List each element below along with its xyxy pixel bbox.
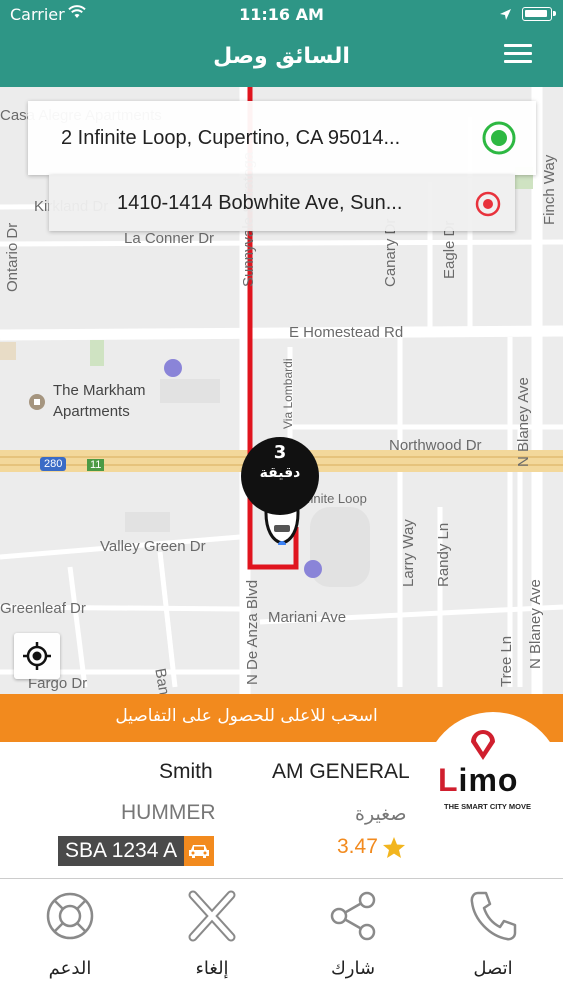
map-label: Apartments xyxy=(53,403,130,420)
action-bar: الدعم إلغاء شارك اتصل xyxy=(0,879,563,1000)
location-arrow-icon xyxy=(499,6,512,25)
cancel-label: إلغاء xyxy=(195,958,229,979)
license-plate: SBA 1234 A xyxy=(58,836,215,866)
phone-icon xyxy=(470,891,517,941)
map-label: N Blaney Ave xyxy=(515,377,532,467)
eta-value: 3 xyxy=(273,442,287,463)
share-button[interactable]: شارك xyxy=(298,879,408,1000)
battery-icon xyxy=(522,7,556,21)
driver-rating: 3.47 xyxy=(337,835,406,859)
share-icon xyxy=(330,891,376,941)
menu-button[interactable] xyxy=(504,44,534,68)
hamburger-icon xyxy=(504,44,532,47)
clock: 11:16 AM xyxy=(239,5,324,24)
map-label: Greenleaf Dr xyxy=(0,600,86,617)
map-label: Northwood Dr xyxy=(389,437,482,454)
map-label: Ontario Dr xyxy=(4,222,21,292)
dropoff-marker-icon xyxy=(475,191,501,217)
map-label: N Blaney Ave xyxy=(527,579,544,669)
location-pin-icon xyxy=(471,730,495,760)
driver-name: Smith xyxy=(159,760,213,783)
interstate-shield: 280 xyxy=(40,457,67,471)
map-label: Valley Green Dr xyxy=(100,538,206,555)
logo-wordmark: Limo xyxy=(438,762,519,798)
pickup-address-card[interactable]: 2 Infinite Loop, Cupertino, CA 95014... xyxy=(28,101,536,175)
dropoff-address-card[interactable]: 1410-1414 Bobwhite Ave, Sun... xyxy=(49,175,515,231)
pickup-marker-icon xyxy=(482,121,516,155)
eta-badge: 3 دقيقة xyxy=(241,437,319,515)
cancel-button[interactable]: إلغاء xyxy=(157,879,267,1000)
cancel-x-icon xyxy=(188,890,236,942)
star-icon xyxy=(382,836,405,858)
map-label: Larry Way xyxy=(400,519,417,587)
lifebuoy-icon xyxy=(46,892,94,940)
status-bar: Carrier 11:16 AM xyxy=(0,0,563,30)
map-label: La Conner Dr xyxy=(124,230,215,247)
map-label: E Homestead Rd xyxy=(289,324,404,341)
car-make: AM GENERAL xyxy=(272,760,410,783)
eta-unit: دقيقة xyxy=(259,465,301,481)
support-button[interactable]: الدعم xyxy=(15,879,125,1000)
plate-number: SBA 1234 A xyxy=(58,836,185,866)
map-label: The Markham xyxy=(53,382,146,399)
page-title: السائق وصل xyxy=(213,44,350,69)
support-label: الدعم xyxy=(48,958,92,979)
share-label: شارك xyxy=(330,958,376,979)
map-label: Mariani Ave xyxy=(268,609,347,626)
crosshair-icon xyxy=(23,642,51,670)
car-size: صغيرة xyxy=(355,803,407,825)
pickup-address: 2 Infinite Loop, Cupertino, CA 95014... xyxy=(61,126,401,149)
limo-logo: Limo THE SMART CITY MOVE xyxy=(438,730,538,820)
logo-tagline: THE SMART CITY MOVE xyxy=(444,802,531,811)
dropoff-address: 1410-1414 Bobwhite Ave, Sun... xyxy=(117,191,403,214)
map-label: Randy Ln xyxy=(435,522,452,587)
route-shield: 11 xyxy=(87,459,105,471)
call-button[interactable]: اتصل xyxy=(438,879,548,1000)
map-label: Via Lombardi xyxy=(281,358,295,430)
car-model: HUMMER xyxy=(121,801,216,824)
my-location-button[interactable] xyxy=(14,633,60,679)
map-label: Tree Ln xyxy=(498,635,515,687)
car-icon xyxy=(184,836,215,866)
app-header: Carrier 11:16 AM السائق وصل xyxy=(0,0,563,87)
map-label: Finch Way xyxy=(541,154,558,225)
map-label: N De Anza Blvd xyxy=(244,579,261,685)
rating-value: 3.47 xyxy=(337,835,378,858)
call-label: اتصل xyxy=(473,958,513,979)
